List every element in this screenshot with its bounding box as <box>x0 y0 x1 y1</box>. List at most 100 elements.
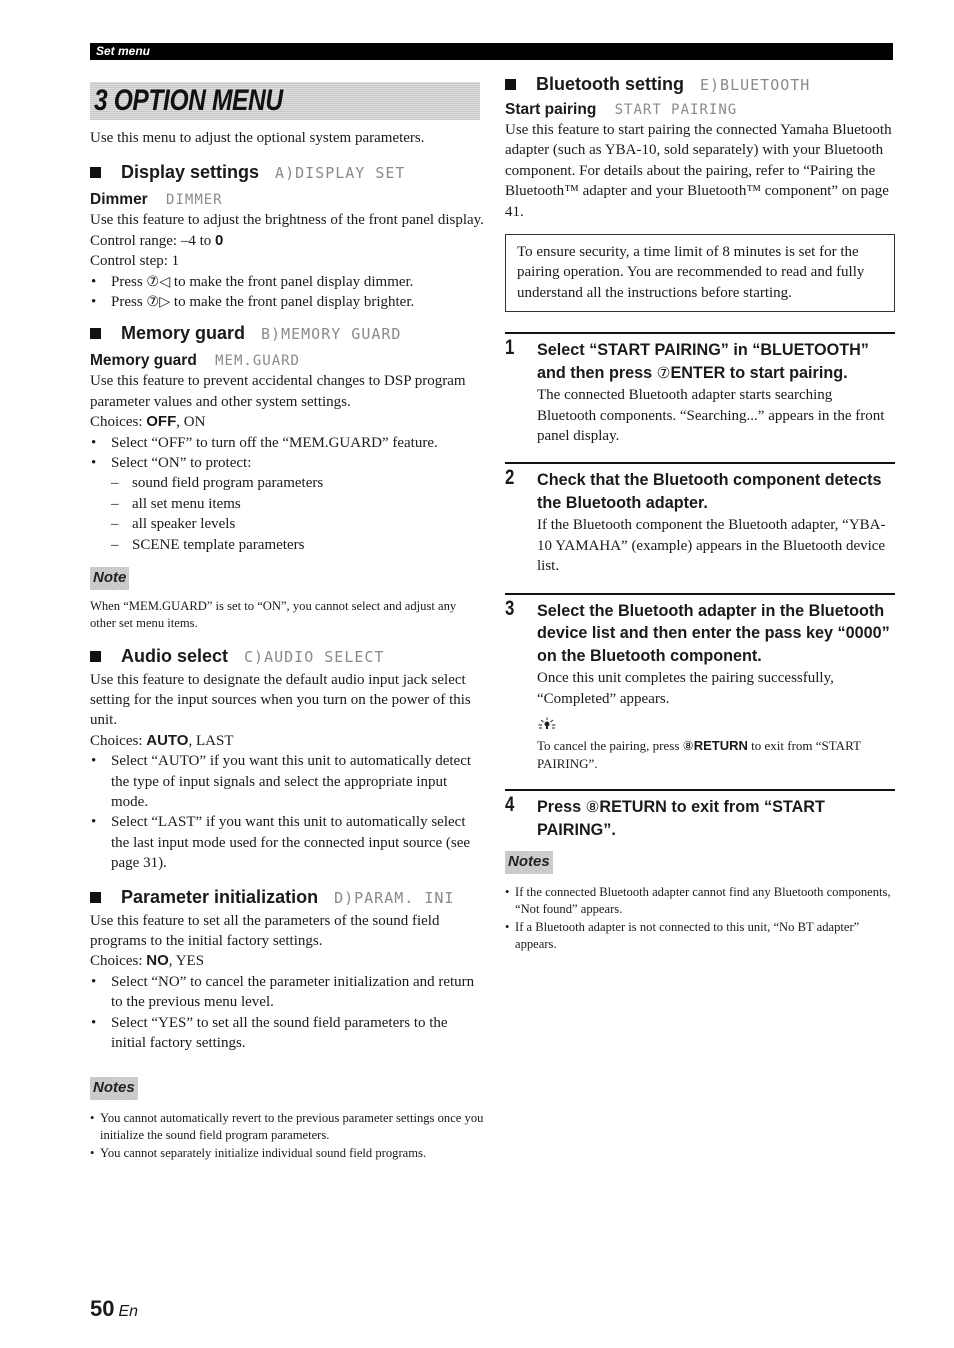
lcd-label: C)AUDIO SELECT <box>244 647 385 666</box>
lightbulb-icon <box>537 717 895 737</box>
bluetooth-heading: Bluetooth setting E)BLUETOOTH <box>505 73 895 96</box>
choices-label: Choices: <box>90 953 147 970</box>
left-column: Use this menu to adjust the optional sys… <box>90 128 485 1162</box>
param-init-description: Use this feature to set all the paramete… <box>90 912 440 949</box>
page-number-value: 50 <box>90 1296 115 1321</box>
dimmer-bullets: Press ⑦◁ to make the front panel display… <box>90 272 485 313</box>
step-number: 4 <box>505 793 515 817</box>
list-item: sound field program parameters <box>111 473 485 494</box>
square-bullet-icon <box>90 650 101 662</box>
return-key-label: RETURN <box>693 738 748 754</box>
list-item: Select “LAST” if you want this unit to a… <box>90 812 485 873</box>
intro-text: Use this menu to adjust the optional sys… <box>90 130 425 146</box>
bullet-text: Press <box>111 273 147 290</box>
param-init-notes: You cannot automatically revert to the p… <box>90 1110 485 1163</box>
warning-text: To ensure security, a time limit of 8 mi… <box>517 244 865 301</box>
heading-text: Display settings <box>121 162 260 183</box>
list-item: all speaker levels <box>111 514 485 535</box>
heading-text: Audio select <box>121 645 229 666</box>
page-number: 50 En <box>90 1296 138 1322</box>
memory-guard-note: When “MEM.GUARD” is set to “ON”, you can… <box>90 598 457 631</box>
memory-guard-description: Use this feature to prevent accidental c… <box>90 373 466 410</box>
subheading-text: Dimmer <box>90 191 148 209</box>
heading-text: Memory guard <box>121 323 246 344</box>
list-item: Select “OFF” to turn off the “MEM.GUARD”… <box>90 433 485 454</box>
square-bullet-icon <box>90 891 101 903</box>
audio-select-heading: Audio select C)AUDIO SELECT <box>90 645 485 668</box>
list-item: Select “AUTO” if you want this unit to a… <box>90 751 485 812</box>
key-7-icon: ⑦ <box>656 363 671 382</box>
list-item: You cannot separately initialize individ… <box>90 1145 485 1163</box>
lcd-label: START PAIRING <box>614 102 738 118</box>
section-label: Set menu <box>96 44 151 58</box>
memory-guard-choices: Choices: OFF, ON <box>90 412 485 432</box>
step-1: 1 Select “START PAIRING” in “BLUETOOTH” … <box>505 332 895 446</box>
chapter-banner: 3 OPTION MENU <box>90 82 480 120</box>
memory-guard-heading: Memory guard B)MEMORY GUARD <box>90 322 485 345</box>
security-warning-box: To ensure security, a time limit of 8 mi… <box>505 234 895 313</box>
param-init-choices: Choices: NO, YES <box>90 951 485 971</box>
list-item: You cannot automatically revert to the p… <box>90 1110 485 1145</box>
step-body: If the Bluetooth component the Bluetooth… <box>537 517 886 575</box>
lcd-label: DIMMER <box>166 192 223 209</box>
step-title: Press ⑧RETURN to exit from “START PAIRIN… <box>537 796 895 841</box>
list-item: Select “YES” to set all the sound field … <box>90 1013 485 1054</box>
step-number: 3 <box>505 596 515 620</box>
choices-default: NO <box>146 952 169 970</box>
audio-select-bullets: Select “AUTO” if you want this unit to a… <box>90 751 485 873</box>
title-text: to start pairing. <box>725 363 848 382</box>
step-3: 3 Select the Bluetooth adapter in the Bl… <box>505 592 895 774</box>
step-body: Once this unit completes the pairing suc… <box>537 670 834 707</box>
step-tip: To cancel the pairing, press ⑧RETURN to … <box>537 737 895 773</box>
title-text: Press <box>537 798 586 817</box>
subheading-text: Memory guard <box>90 352 197 370</box>
param-init-heading: Parameter initialization D)PARAM. INI <box>90 886 485 909</box>
notes-badge: Notes <box>90 1077 138 1100</box>
protect-list: sound field program parameters all set m… <box>90 473 485 555</box>
step-body: The connected Bluetooth adapter starts s… <box>537 387 885 445</box>
notes-badge: Notes <box>505 851 553 874</box>
choices-default: OFF <box>146 413 177 431</box>
lcd-label: B)MEMORY GUARD <box>261 325 402 344</box>
list-item: SCENE template parameters <box>111 535 485 556</box>
dimmer-subheading: Dimmer DIMMER <box>90 190 485 210</box>
right-column: Bluetooth setting E)BLUETOOTH Start pair… <box>505 70 895 954</box>
memory-guard-bullets: Select “OFF” to turn off the “MEM.GUARD”… <box>90 433 485 474</box>
bullet-text: Press <box>111 294 147 311</box>
bright-key-icon: ⑦▷ <box>146 294 171 311</box>
choices-default: AUTO <box>146 731 189 749</box>
range-label: Control range: –4 to <box>90 232 215 249</box>
lcd-label: A)DISPLAY SET <box>275 164 406 183</box>
step-title: Select “START PAIRING” in “BLUETOOTH” an… <box>537 339 895 384</box>
lcd-label: MEM.GUARD <box>215 353 300 370</box>
step-title: Select the Bluetooth adapter in the Blue… <box>537 601 890 665</box>
step-2: 2 Check that the Bluetooth component det… <box>505 462 895 576</box>
choices-rest: , ON <box>176 414 206 431</box>
dimmer-description: Use this feature to adjust the brightnes… <box>90 212 484 229</box>
memory-guard-subheading: Memory guard MEM.GUARD <box>90 351 485 371</box>
choices-label: Choices: <box>90 414 147 431</box>
square-bullet-icon <box>505 79 516 90</box>
list-item: If the connected Bluetooth adapter canno… <box>505 884 895 919</box>
dim-key-icon: ⑦◁ <box>146 273 171 290</box>
bullet-text: to make the front panel display dimmer. <box>170 273 414 290</box>
square-bullet-icon <box>90 167 101 179</box>
list-item: Select “ON” to protect: <box>90 453 485 474</box>
dimmer-range: Control range: –4 to 0 <box>90 231 485 251</box>
list-item: all set menu items <box>111 494 485 515</box>
subheading-text: Start pairing <box>505 101 597 118</box>
key-8-icon: ⑧ <box>682 739 694 754</box>
step-number: 1 <box>505 336 515 360</box>
choices-rest: , YES <box>168 953 205 970</box>
start-pairing-subheading: Start pairing START PAIRING <box>505 100 895 120</box>
step-4: 4 Press ⑧RETURN to exit from “START PAIR… <box>505 789 895 841</box>
bluetooth-notes: If the connected Bluetooth adapter canno… <box>505 884 895 954</box>
return-key-label: RETURN <box>599 798 667 817</box>
bullet-text: Select “ON” to protect: <box>111 455 252 472</box>
square-bullet-icon <box>90 328 101 340</box>
audio-select-description: Use this feature to designate the defaul… <box>90 671 471 729</box>
heading-text: Bluetooth setting <box>536 74 684 94</box>
audio-select-choices: Choices: AUTO, LAST <box>90 731 485 751</box>
list-item: Press ⑦◁ to make the front panel display… <box>90 272 485 293</box>
step-title: Check that the Bluetooth component detec… <box>537 471 882 512</box>
